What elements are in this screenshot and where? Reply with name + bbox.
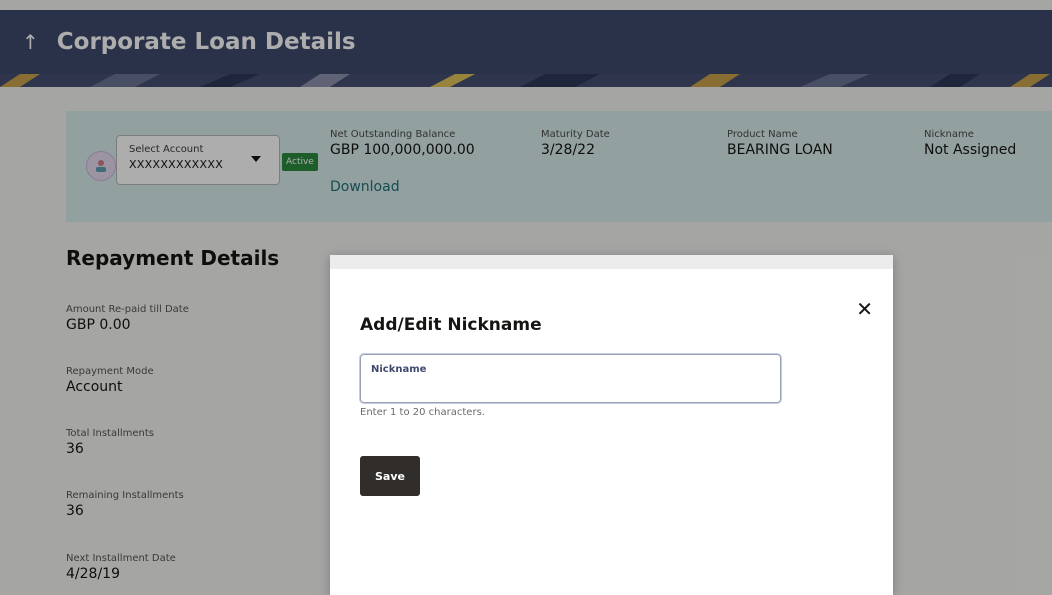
nickname-hint: Enter 1 to 20 characters. bbox=[360, 407, 485, 418]
save-button[interactable]: Save bbox=[360, 456, 420, 496]
nickname-field[interactable]: Nickname bbox=[360, 354, 781, 403]
nickname-input[interactable] bbox=[371, 379, 761, 394]
nickname-field-label: Nickname bbox=[371, 364, 427, 375]
dialog-title: Add/Edit Nickname bbox=[360, 315, 542, 335]
edit-nickname-dialog: Add/Edit Nickname ✕ Nickname Enter 1 to … bbox=[330, 255, 893, 595]
close-icon[interactable]: ✕ bbox=[856, 299, 873, 319]
